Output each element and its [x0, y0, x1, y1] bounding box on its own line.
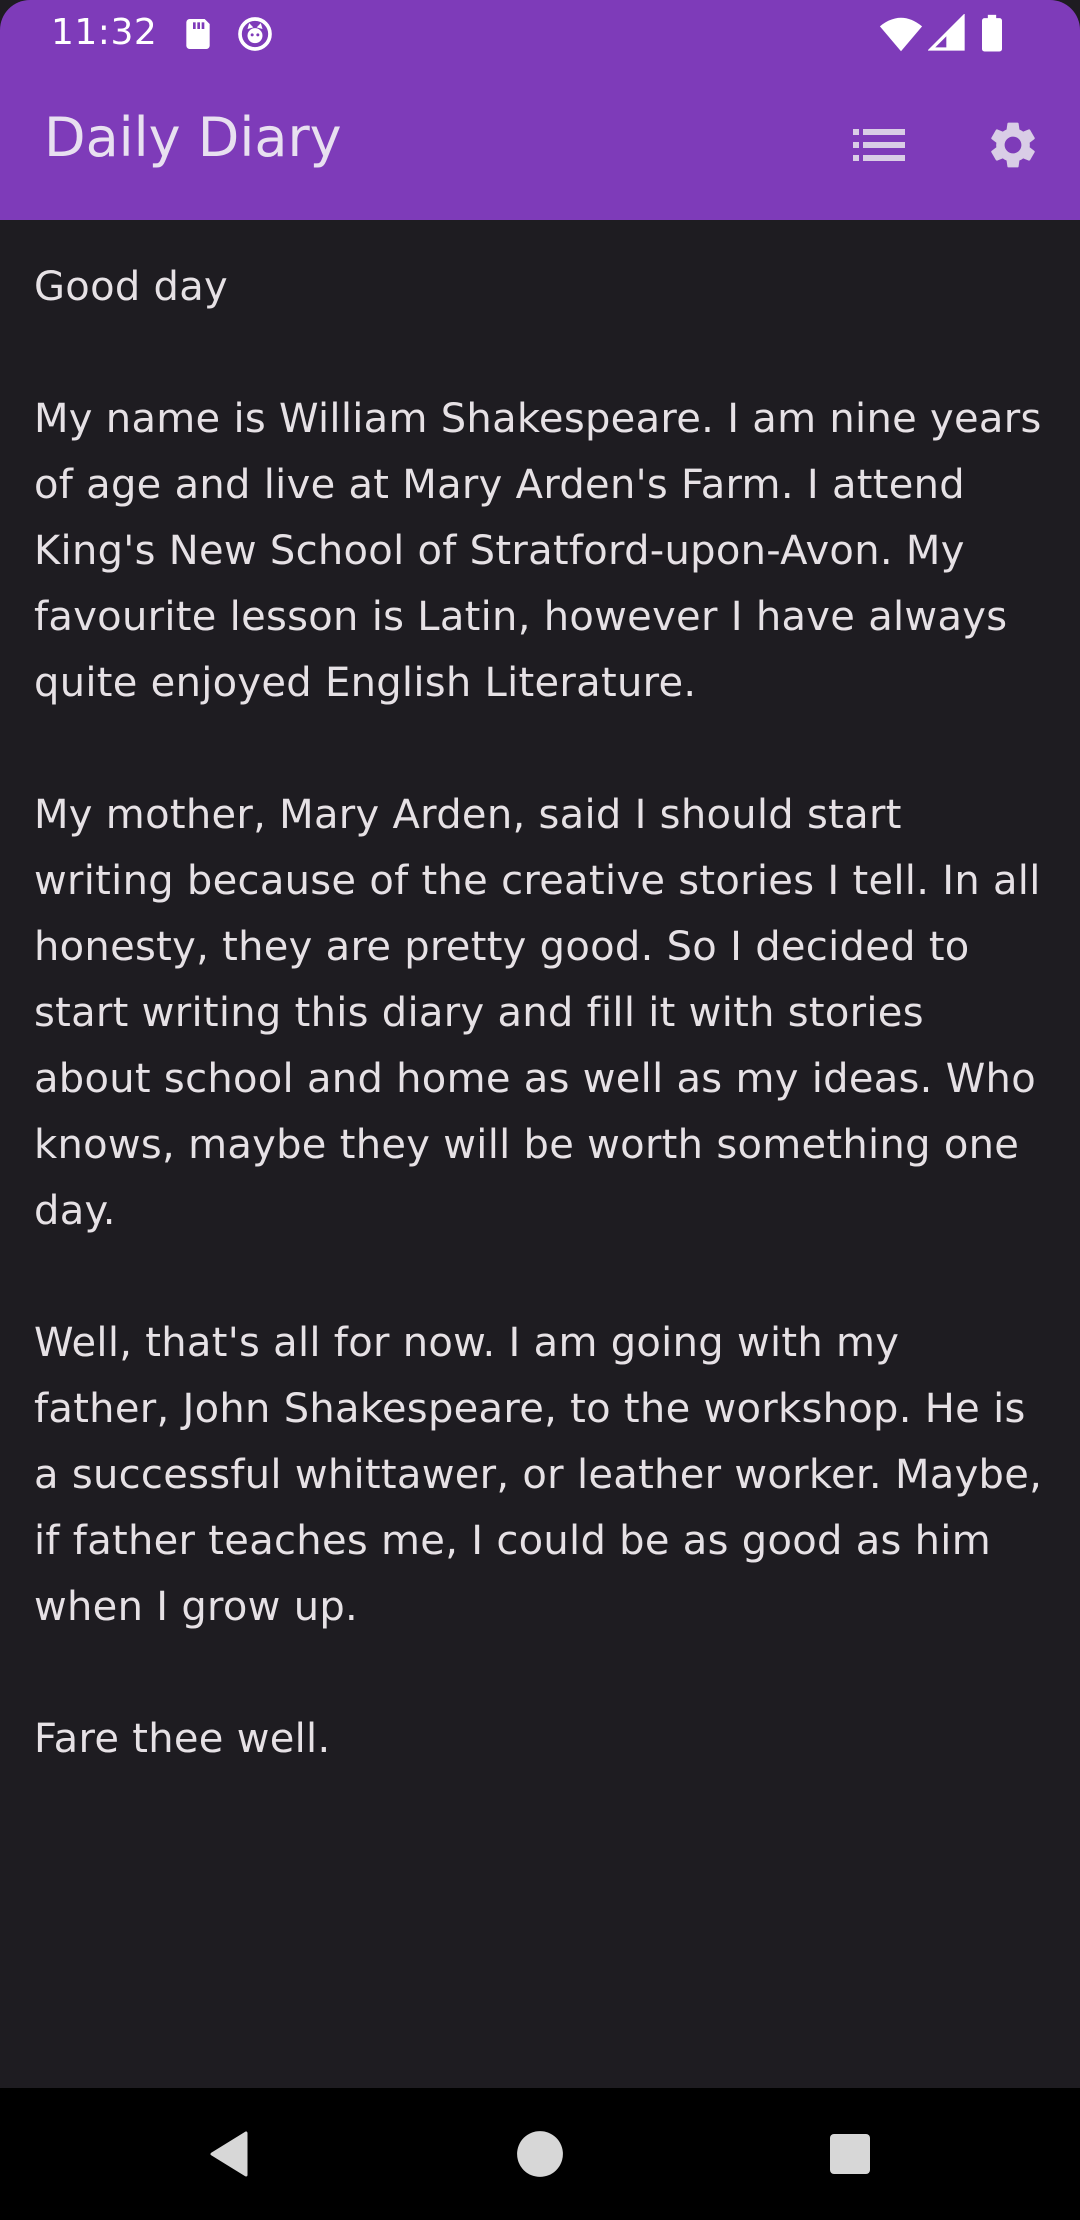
diary-entry-area[interactable]: Good day My name is William Shakespeare.… [0, 220, 1080, 2088]
signal-icon [927, 13, 968, 54]
navigation-bar [0, 2088, 1080, 2220]
app-bar: Daily Diary [0, 66, 1080, 220]
list-icon [853, 129, 905, 161]
recents-icon [830, 2134, 870, 2174]
screen: 11:32 Daily Diary Good day My name is Wi… [0, 0, 1080, 2220]
recents-button[interactable] [820, 2124, 880, 2184]
home-button[interactable] [510, 2124, 570, 2184]
gear-icon [991, 122, 1035, 168]
battery-icon [978, 14, 1006, 54]
sd-card-icon [178, 14, 218, 54]
back-icon [210, 2131, 248, 2177]
notification-app-icon [235, 14, 275, 54]
diary-entry-text[interactable]: Good day My name is William Shakespeare.… [34, 254, 1044, 1772]
wifi-icon [878, 14, 924, 54]
back-button[interactable] [200, 2124, 260, 2184]
app-title: Daily Diary [44, 106, 342, 169]
status-time: 11:32 [51, 12, 158, 53]
status-bar: 11:32 [0, 0, 1080, 66]
home-icon [517, 2131, 563, 2177]
entry-list-button[interactable] [846, 110, 916, 180]
settings-button[interactable] [978, 110, 1048, 180]
